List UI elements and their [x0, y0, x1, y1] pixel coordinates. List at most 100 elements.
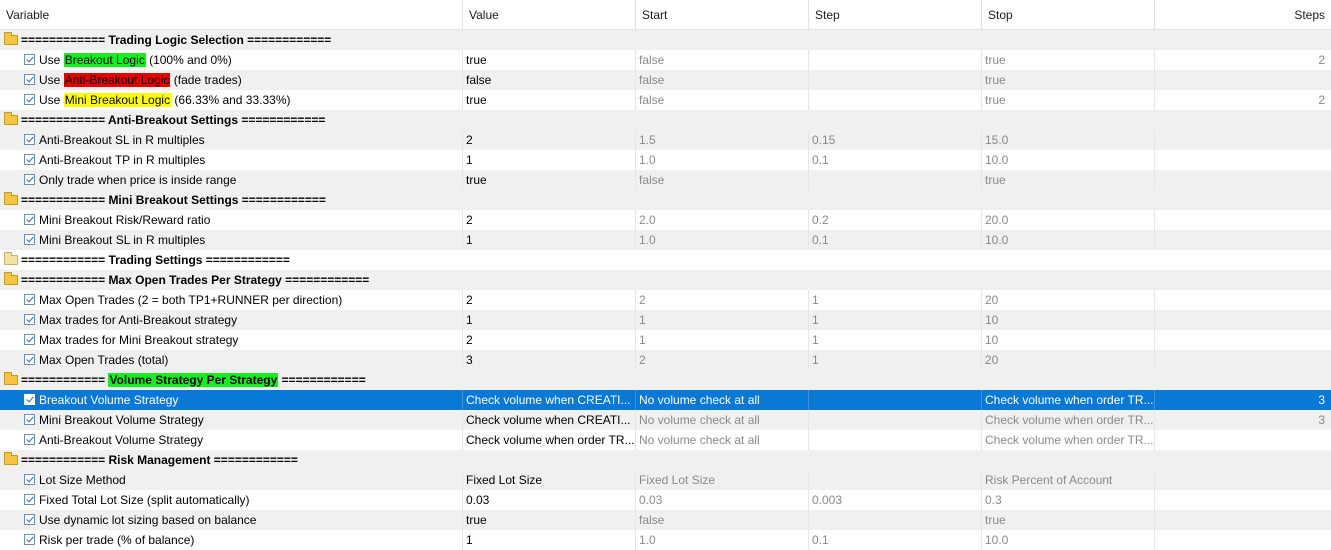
variable-cell[interactable]: Anti-Breakout Volume Strategy: [0, 430, 462, 450]
step-cell[interactable]: [808, 170, 981, 190]
parameter-row[interactable]: Fixed Total Lot Size (split automaticall…: [0, 490, 1331, 510]
checkbox-checked-icon[interactable]: [24, 54, 35, 66]
step-cell[interactable]: 1: [808, 350, 981, 370]
checkbox-checked-icon[interactable]: [24, 74, 35, 86]
start-cell[interactable]: false: [635, 50, 808, 70]
step-cell[interactable]: 0.1: [808, 150, 981, 170]
checkbox-checked-icon[interactable]: [24, 94, 35, 106]
stop-cell[interactable]: true: [981, 70, 1154, 90]
parameter-row[interactable]: Mini Breakout Risk/Reward ratio 2 2.0 0.2 20…: [0, 210, 1331, 230]
value-cell[interactable]: Check volume when CREATI...: [462, 390, 635, 410]
parameter-row[interactable]: Mini Breakout Volume Strategy Check volum…: [0, 410, 1331, 430]
parameter-row[interactable]: Anti-Breakout Volume Strategy Check volum…: [0, 430, 1331, 450]
variable-cell[interactable]: Lot Size Method: [0, 470, 462, 490]
stop-cell[interactable]: 20: [981, 290, 1154, 310]
step-cell[interactable]: 1: [808, 330, 981, 350]
variable-cell[interactable]: Max Open Trades (total): [0, 350, 462, 370]
value-cell[interactable]: Fixed Lot Size: [462, 470, 635, 490]
value-cell[interactable]: true: [462, 50, 635, 70]
stop-cell[interactable]: true: [981, 510, 1154, 530]
start-cell[interactable]: false: [635, 510, 808, 530]
parameter-row[interactable]: Anti-Breakout TP in R multiples 1 1.0 0.1 10…: [0, 150, 1331, 170]
step-cell[interactable]: 0.15: [808, 130, 981, 150]
folder-closed-icon[interactable]: [4, 251, 18, 265]
group-header-row[interactable]: ============ Trading Logic Selection ===…: [0, 30, 1331, 50]
group-header-row[interactable]: ============ Volume Strategy Per Strateg…: [0, 370, 1331, 390]
checkbox-checked-icon[interactable]: [24, 154, 35, 166]
column-header-start[interactable]: Start: [635, 0, 808, 29]
step-cell[interactable]: 0.003: [808, 490, 981, 510]
start-cell[interactable]: 1: [635, 330, 808, 350]
parameter-row[interactable]: Max trades for Mini Breakout strategy 2 1 1…: [0, 330, 1331, 350]
variable-cell[interactable]: Mini Breakout Risk/Reward ratio: [0, 210, 462, 230]
variable-cell[interactable]: Breakout Volume Strategy: [0, 390, 462, 410]
parameter-row[interactable]: Risk per trade (% of balance) 1 1.0 0.1 10.0: [0, 530, 1331, 550]
step-cell[interactable]: [808, 470, 981, 490]
checkbox-checked-icon[interactable]: [24, 494, 35, 506]
stop-cell[interactable]: 10.0: [981, 230, 1154, 250]
stop-cell[interactable]: true: [981, 90, 1154, 110]
column-header-step[interactable]: Step: [808, 0, 981, 29]
checkbox-checked-icon[interactable]: [24, 234, 35, 246]
value-cell[interactable]: true: [462, 170, 635, 190]
variable-cell[interactable]: Use dynamic lot sizing based on balance: [0, 510, 462, 530]
stop-cell[interactable]: true: [981, 170, 1154, 190]
value-cell[interactable]: 0.03: [462, 490, 635, 510]
column-header-variable[interactable]: Variable: [0, 0, 462, 29]
variable-cell[interactable]: Only trade when price is inside range: [0, 170, 462, 190]
step-cell[interactable]: 1: [808, 310, 981, 330]
variable-cell[interactable]: Use Anti-Breakout Logic (fade trades): [0, 70, 462, 90]
checkbox-checked-icon[interactable]: [24, 394, 35, 406]
folder-open-icon[interactable]: [4, 271, 18, 285]
stop-cell[interactable]: 10.0: [981, 530, 1154, 550]
start-cell[interactable]: 1.0: [635, 150, 808, 170]
start-cell[interactable]: No volume check at all: [635, 390, 808, 410]
stop-cell[interactable]: Risk Percent of Account: [981, 470, 1154, 490]
checkbox-checked-icon[interactable]: [24, 434, 35, 446]
value-cell[interactable]: 3: [462, 350, 635, 370]
parameter-row[interactable]: Max Open Trades (2 = both TP1+RUNNER per…: [0, 290, 1331, 310]
start-cell[interactable]: 2.0: [635, 210, 808, 230]
start-cell[interactable]: Fixed Lot Size: [635, 470, 808, 490]
step-cell[interactable]: 0.1: [808, 230, 981, 250]
checkbox-checked-icon[interactable]: [24, 134, 35, 146]
step-cell[interactable]: [808, 510, 981, 530]
step-cell[interactable]: [808, 90, 981, 110]
checkbox-checked-icon[interactable]: [24, 334, 35, 346]
checkbox-checked-icon[interactable]: [24, 414, 35, 426]
group-header-row[interactable]: ============ Anti-Breakout Settings ====…: [0, 110, 1331, 130]
stop-cell[interactable]: 20.0: [981, 210, 1154, 230]
variable-cell[interactable]: Risk per trade (% of balance): [0, 530, 462, 550]
group-header-row[interactable]: ============ Risk Management ===========…: [0, 450, 1331, 470]
stop-cell[interactable]: Check volume when order TR...: [981, 410, 1154, 430]
parameter-row[interactable]: Max trades for Anti-Breakout strategy 1 1 1…: [0, 310, 1331, 330]
column-header-value[interactable]: Value: [462, 0, 635, 29]
variable-cell[interactable]: Mini Breakout SL in R multiples: [0, 230, 462, 250]
checkbox-checked-icon[interactable]: [24, 514, 35, 526]
value-cell[interactable]: 1: [462, 530, 635, 550]
step-cell[interactable]: [808, 430, 981, 450]
step-cell[interactable]: 0.1: [808, 530, 981, 550]
stop-cell[interactable]: true: [981, 50, 1154, 70]
value-cell[interactable]: 1: [462, 230, 635, 250]
value-cell[interactable]: true: [462, 510, 635, 530]
value-cell[interactable]: Check volume when CREATI...: [462, 410, 635, 430]
group-header-row[interactable]: ============ Trading Settings ==========…: [0, 250, 1331, 270]
checkbox-checked-icon[interactable]: [24, 174, 35, 186]
value-cell[interactable]: true: [462, 90, 635, 110]
parameter-row[interactable]: Anti-Breakout SL in R multiples 2 1.5 0.15 1…: [0, 130, 1331, 150]
start-cell[interactable]: 2: [635, 290, 808, 310]
checkbox-checked-icon[interactable]: [24, 534, 35, 546]
variable-cell[interactable]: Anti-Breakout SL in R multiples: [0, 130, 462, 150]
start-cell[interactable]: No volume check at all: [635, 410, 808, 430]
folder-open-icon[interactable]: [4, 451, 18, 465]
variable-cell[interactable]: Anti-Breakout TP in R multiples: [0, 150, 462, 170]
start-cell[interactable]: 1.0: [635, 230, 808, 250]
parameter-row[interactable]: Only trade when price is inside range tru…: [0, 170, 1331, 190]
variable-cell[interactable]: Use Breakout Logic (100% and 0%): [0, 50, 462, 70]
variable-cell[interactable]: Use Mini Breakout Logic (66.33% and 33.3…: [0, 90, 462, 110]
parameter-row[interactable]: Use Mini Breakout Logic (66.33% and 33.3…: [0, 90, 1331, 110]
checkbox-checked-icon[interactable]: [24, 354, 35, 366]
step-cell[interactable]: 0.2: [808, 210, 981, 230]
checkbox-checked-icon[interactable]: [24, 294, 35, 306]
